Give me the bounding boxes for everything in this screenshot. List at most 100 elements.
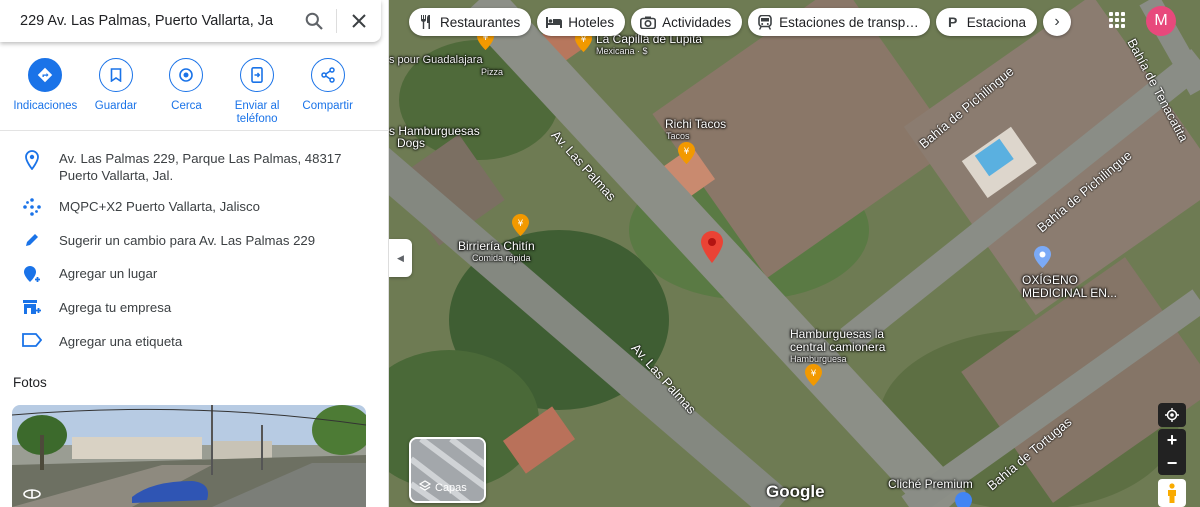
camera-icon bbox=[640, 14, 657, 30]
place-label-guadalajara-title[interactable]: s pour Guadalajara bbox=[389, 55, 483, 66]
street-photo-image bbox=[12, 405, 366, 507]
send-to-phone-button[interactable]: Enviar al teléfono bbox=[222, 58, 293, 126]
share-icon bbox=[320, 67, 335, 83]
minus-icon: − bbox=[1166, 453, 1178, 473]
street-view-photo[interactable] bbox=[12, 405, 366, 507]
bed-icon bbox=[546, 14, 563, 30]
address-row[interactable]: Av. Las Palmas 229, Parque Las Palmas, 4… bbox=[0, 150, 389, 184]
place-label-cliche-title[interactable]: Cliché Premium bbox=[888, 478, 973, 491]
my-location-button[interactable] bbox=[1158, 403, 1186, 427]
photos-heading: Fotos bbox=[13, 375, 47, 390]
place-label-birrieria-title[interactable]: Birriería Chitín bbox=[458, 240, 535, 253]
svg-text:¥: ¥ bbox=[684, 147, 690, 157]
svg-text:¥: ¥ bbox=[518, 219, 524, 229]
restaurant-pin-icon[interactable]: ¥ bbox=[512, 214, 529, 236]
plus-code-text: MQPC+X2 Puerto Vallarta, Jalisco bbox=[59, 199, 260, 214]
add-place-row[interactable]: Agregar un lugar bbox=[0, 265, 389, 283]
share-label: Compartir bbox=[302, 100, 353, 112]
collapse-panel-button[interactable]: ◀ bbox=[389, 239, 412, 277]
google-logo: Google bbox=[766, 482, 825, 501]
search-input[interactable]: 229 Av. Las Palmas, Puerto Vallarta, Ja bbox=[0, 13, 292, 29]
train-icon bbox=[757, 14, 773, 30]
pencil-icon bbox=[25, 234, 38, 246]
plus-code-row[interactable]: MQPC+X2 Puerto Vallarta, Jalisco bbox=[0, 198, 389, 216]
triangle-left-icon: ◀ bbox=[397, 252, 404, 263]
suggest-edit-text: Sugerir un cambio para Av. Las Palmas 22… bbox=[59, 233, 316, 248]
nearby-label: Cerca bbox=[171, 100, 202, 112]
plus-code-icon bbox=[22, 198, 41, 216]
add-label-row[interactable]: Agregar una etiqueta bbox=[0, 333, 389, 350]
search-box: 229 Av. Las Palmas, Puerto Vallarta, Ja bbox=[0, 0, 381, 42]
place-side-panel: 229 Av. Las Palmas, Puerto Vallarta, Ja … bbox=[0, 0, 389, 507]
suggest-edit-row[interactable]: Sugerir un cambio para Av. Las Palmas 22… bbox=[0, 232, 389, 249]
save-label: Guardar bbox=[94, 100, 137, 112]
place-label-birrieria-sub: Comida rápida bbox=[472, 253, 531, 263]
chip-label: Estaciona bbox=[966, 14, 1026, 30]
section-divider bbox=[0, 130, 389, 131]
account-avatar[interactable]: M bbox=[1146, 6, 1176, 36]
address-line2: Puerto Vallarta, Jal. bbox=[59, 168, 174, 183]
chevron-right-icon: › bbox=[1054, 13, 1060, 30]
shopping-pin-icon[interactable] bbox=[955, 492, 972, 507]
share-button[interactable]: Compartir bbox=[292, 58, 363, 126]
place-label-guadalajara-sub: Pizza bbox=[481, 67, 504, 77]
place-label-richi-title[interactable]: Richi Tacos bbox=[665, 118, 726, 131]
chips-next-button[interactable]: › bbox=[1043, 8, 1071, 36]
fork-knife-icon bbox=[418, 14, 434, 30]
plus-icon: + bbox=[1166, 430, 1178, 450]
chip-label: Hoteles bbox=[568, 14, 615, 30]
nearby-icon bbox=[179, 68, 194, 82]
send-to-phone-label: Enviar al teléfono bbox=[234, 100, 280, 125]
restaurant-pin-icon[interactable]: ¥ bbox=[678, 142, 695, 164]
category-chips: Restaurantes Hoteles Actividades Estacio… bbox=[409, 8, 1071, 36]
zoom-in-button[interactable]: + bbox=[1158, 429, 1186, 452]
place-label-capilla-sub: Mexicana · $ bbox=[596, 46, 648, 56]
chip-restaurantes[interactable]: Restaurantes bbox=[409, 8, 532, 36]
medical-pin-icon[interactable] bbox=[1034, 246, 1051, 268]
place-label-hamb-dogs-title2: Dogs bbox=[397, 136, 426, 150]
zoom-out-button[interactable]: − bbox=[1158, 452, 1186, 475]
address-line1: Av. Las Palmas 229, Parque Las Palmas, 4… bbox=[59, 151, 342, 166]
chip-actividades[interactable]: Actividades bbox=[631, 8, 743, 36]
label-tag-icon bbox=[21, 333, 42, 347]
map-view[interactable]: Av. Las Palmas Av. Las Palmas Bahía de P… bbox=[389, 0, 1200, 507]
add-place-text: Agregar un lugar bbox=[59, 266, 158, 281]
add-location-icon bbox=[23, 266, 40, 282]
zoom-controls: + − bbox=[1158, 429, 1186, 475]
street-view-pegman-button[interactable] bbox=[1158, 479, 1186, 507]
place-label-richi-sub: Tacos bbox=[666, 131, 690, 141]
save-button[interactable]: Guardar bbox=[81, 58, 152, 126]
add-business-row[interactable]: Agrega tu empresa bbox=[0, 299, 389, 316]
chip-estacionamiento[interactable]: P Estaciona bbox=[935, 8, 1037, 36]
send-to-phone-icon bbox=[251, 67, 263, 83]
search-button[interactable] bbox=[292, 0, 336, 42]
search-icon bbox=[305, 12, 323, 30]
pegman-icon bbox=[1168, 483, 1176, 503]
nearby-button[interactable]: Cerca bbox=[151, 58, 222, 126]
directions-label: Indicaciones bbox=[13, 100, 78, 112]
apps-grid-icon[interactable] bbox=[1109, 12, 1125, 28]
chip-label: Actividades bbox=[662, 14, 732, 30]
add-business-text: Agrega tu empresa bbox=[59, 300, 172, 315]
action-buttons: Indicaciones Guardar Cerca Enviar al tel… bbox=[0, 58, 389, 126]
svg-text:¥: ¥ bbox=[581, 35, 587, 45]
restaurant-pin-icon[interactable]: ¥ bbox=[805, 364, 822, 386]
360-view-icon bbox=[23, 489, 41, 499]
place-label-hamb-central-title2: central camionera bbox=[790, 340, 886, 354]
close-icon bbox=[352, 14, 366, 28]
chip-label: Restaurantes bbox=[440, 14, 521, 30]
place-label-hamb-central-sub: Hamburguesa bbox=[790, 354, 847, 364]
chip-hoteles[interactable]: Hoteles bbox=[537, 8, 626, 36]
chip-transporte[interactable]: Estaciones de transp… bbox=[748, 8, 930, 36]
bookmark-icon bbox=[110, 68, 122, 82]
location-pin-icon[interactable] bbox=[701, 231, 723, 263]
layers-label: Capas bbox=[435, 481, 467, 494]
place-label-oxigeno-title2: MEDICINAL EN... bbox=[1022, 286, 1117, 300]
parking-icon: P bbox=[948, 14, 958, 30]
layers-button[interactable]: Capas bbox=[409, 437, 486, 503]
directions-icon bbox=[38, 67, 53, 83]
add-label-text: Agregar una etiqueta bbox=[59, 334, 183, 349]
storefront-icon bbox=[22, 300, 41, 314]
close-search-button[interactable] bbox=[337, 0, 381, 42]
directions-button[interactable]: Indicaciones bbox=[10, 58, 81, 126]
